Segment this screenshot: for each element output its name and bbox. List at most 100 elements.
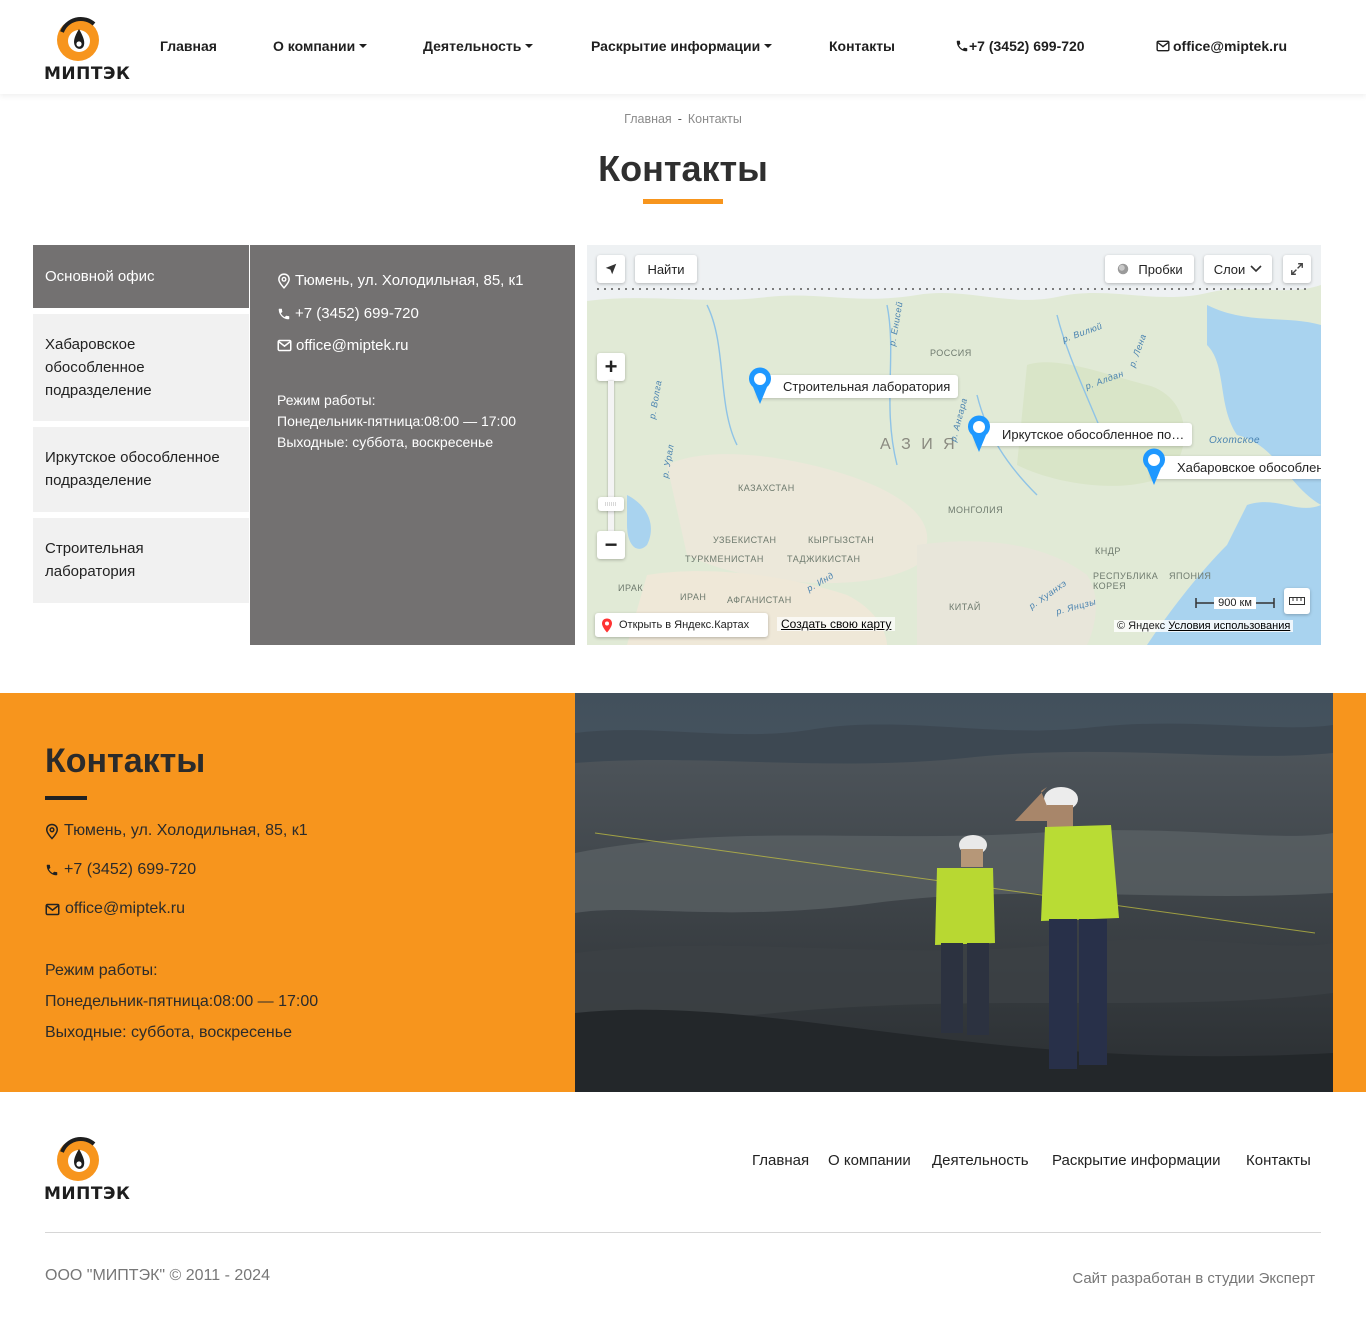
nav-about[interactable]: О компании — [273, 38, 368, 54]
chevron-down-icon — [1250, 265, 1262, 273]
nav-home-label: Главная — [160, 38, 217, 54]
map-find-button[interactable]: Найти — [635, 255, 697, 283]
phone-icon — [46, 864, 58, 876]
map-pin-icon — [45, 823, 59, 840]
photo-illustration — [575, 693, 1333, 1092]
logo-drop-icon — [57, 1136, 99, 1181]
fullscreen-button[interactable] — [1283, 255, 1311, 283]
ruler-icon — [1289, 597, 1305, 605]
envelope-icon — [1156, 40, 1170, 52]
phone-icon — [956, 40, 968, 52]
footer-nav-disclosure[interactable]: Раскрытие информации — [1052, 1152, 1221, 1169]
location-arrow-icon — [605, 263, 617, 275]
zoom-slider-handle[interactable] — [598, 497, 624, 511]
office-email-link[interactable]: office@miptek.ru — [277, 337, 409, 354]
map-label-afghanistan: АФГАНИСТАН — [727, 595, 792, 605]
traffic-button[interactable]: Пробки — [1105, 255, 1194, 283]
office-phone-link[interactable]: +7 (3452) 699-720 — [277, 305, 419, 322]
zoom-out-button[interactable]: − — [597, 531, 625, 559]
map-pin-icon — [749, 367, 771, 404]
breadcrumb-separator: - — [677, 112, 682, 126]
band-hours-weekend: Выходные: суббота, воскресенье — [45, 1024, 292, 1041]
band-hours-title: Режим работы: — [45, 962, 158, 979]
grip-icon — [605, 502, 617, 506]
nav-activity-label: Деятельность — [423, 38, 522, 54]
page-title: Контакты — [598, 148, 768, 189]
footer-nav-about[interactable]: О компании — [828, 1152, 911, 1169]
footer-logo[interactable]: МИПТЭК — [44, 1132, 131, 1204]
scale-value: 900 км — [1214, 597, 1256, 609]
map-scale: 900 км — [1195, 595, 1275, 611]
breadcrumb-current: Контакты — [687, 112, 742, 126]
caret-down-icon — [764, 44, 773, 48]
map-label-korea: РЕСПУБЛИКА КОРЕЯ — [1093, 571, 1159, 591]
breadcrumb: Главная - Контакты — [0, 112, 1366, 126]
footer-nav-contacts[interactable]: Контакты — [1246, 1152, 1311, 1169]
band-email-link[interactable]: office@miptek.ru — [45, 900, 185, 918]
band-phone-text: +7 (3452) 699-720 — [64, 861, 197, 878]
nav-disclosure[interactable]: Раскрытие информации — [591, 38, 773, 54]
map-terms-link[interactable]: Условия использования — [1168, 620, 1290, 632]
tab-main-office[interactable]: Основной офис — [33, 245, 249, 308]
tab-construction-lab[interactable]: Строительная лаборатория — [33, 518, 249, 603]
office-address: Тюмень, ул. Холодильная, 85, к1 — [277, 272, 523, 289]
placemark-khabarovsk[interactable]: Хабаровское обособленн — [1139, 448, 1321, 486]
map-copyright: © Яндекс Условия использования — [1114, 620, 1294, 632]
yandex-map[interactable]: А З И Я РОССИЯ КАЗАХСТАН МОНГОЛИЯ УЗБЕКИ… — [587, 245, 1321, 645]
contacts-band-underline — [45, 796, 87, 800]
footer-nav-activity[interactable]: Деятельность — [932, 1152, 1029, 1169]
map-label-kyrgyzstan: КЫРГЫЗСТАН — [808, 535, 875, 545]
band-email-text: office@miptek.ru — [65, 900, 185, 917]
tab-label: Хабаровское обособленное подразделение — [45, 336, 152, 399]
office-email-text: office@miptek.ru — [296, 337, 409, 354]
create-map-link[interactable]: Создать свою карту — [777, 617, 896, 631]
layers-button[interactable]: Слои — [1204, 255, 1272, 283]
phone-icon — [278, 308, 290, 319]
traffic-label: Пробки — [1138, 261, 1183, 277]
map-pin-icon — [278, 272, 290, 289]
breadcrumb-home[interactable]: Главная — [624, 112, 672, 126]
band-hours: Режим работы: Понедельник-пятница:08:00 … — [45, 955, 318, 1048]
map-pin-icon — [1143, 448, 1165, 485]
ruler-button[interactable] — [1284, 588, 1310, 614]
tab-label: Основной офис — [45, 268, 155, 285]
caret-down-icon — [359, 44, 368, 48]
caret-down-icon — [525, 44, 534, 48]
header-phone-text: +7 (3452) 699-720 — [969, 38, 1085, 54]
placemark-label: Хабаровское обособленн — [1151, 455, 1321, 479]
zoom-in-button[interactable]: + — [597, 353, 625, 381]
nav-home[interactable]: Главная — [160, 38, 217, 54]
tab-khabarovsk[interactable]: Хабаровское обособленное подразделение — [33, 314, 249, 421]
logo-text: МИПТЭК — [44, 1184, 131, 1204]
logo-drop-icon — [57, 16, 99, 61]
envelope-icon — [277, 339, 292, 352]
hours-weekend: Выходные: суббота, воскресенье — [277, 434, 494, 450]
hours-title: Режим работы: — [277, 392, 376, 408]
header-logo[interactable]: МИПТЭК — [44, 12, 130, 84]
title-underline — [643, 199, 723, 204]
footer-copyright: ООО "МИПТЭК" © 2011 - 2024 — [45, 1267, 270, 1284]
footer-nav-home[interactable]: Главная — [752, 1152, 809, 1169]
map-label-iraq: ИРАК — [618, 583, 644, 593]
band-phone-link[interactable]: +7 (3452) 699-720 — [45, 861, 196, 879]
placemark-construction-lab[interactable]: Строительная лаборатория — [745, 367, 959, 405]
placemark-label: Иркутское обособленное по… — [976, 422, 1193, 446]
map-label-asia: А З И Я — [880, 436, 958, 453]
map-label-turkmenistan: ТУРКМЕНИСТАН — [685, 554, 764, 564]
office-details-panel: Тюмень, ул. Холодильная, 85, к1 +7 (3452… — [250, 245, 575, 645]
map-pin-icon — [968, 415, 990, 452]
traffic-icon — [1118, 263, 1129, 275]
nav-activity[interactable]: Деятельность — [423, 38, 534, 54]
office-phone-text: +7 (3452) 699-720 — [295, 305, 419, 322]
header-email-link[interactable]: office@miptek.ru — [1156, 38, 1287, 54]
header-phone-link[interactable]: +7 (3452) 699-720 — [955, 38, 1085, 54]
geolocation-button[interactable] — [597, 255, 625, 283]
tab-label: Строительная лаборатория — [45, 540, 144, 580]
map-label-okhotsk: Охотское — [1209, 435, 1261, 446]
tab-irkutsk[interactable]: Иркутское обособленное подразделение — [33, 427, 249, 512]
band-hours-weekdays: Понедельник-пятница:08:00 — 17:00 — [45, 993, 319, 1010]
developer-credit-link[interactable]: Сайт разработан в студии Эксперт — [1072, 1270, 1315, 1287]
open-in-yandex-maps-button[interactable]: Открыть в Яндекс.Картах — [595, 613, 768, 637]
contacts-band-title: Контакты — [45, 742, 206, 780]
nav-contacts[interactable]: Контакты — [829, 38, 895, 54]
